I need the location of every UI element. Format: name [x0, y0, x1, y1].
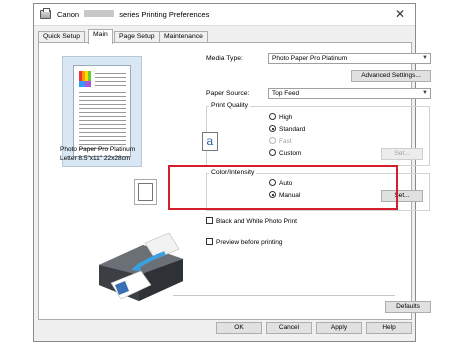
quality-standard-label: Standard: [279, 126, 306, 133]
title-bar: Canon series Printing Preferences ✕: [34, 4, 415, 26]
preview-before-printing-label: Preview before printing: [216, 239, 283, 246]
quality-fast-radio[interactable]: Fast: [269, 137, 292, 145]
help-button[interactable]: Help: [366, 322, 412, 334]
paper-source-label: Paper Source:: [206, 90, 250, 97]
media-type-value: Photo Paper Pro Platinum: [272, 55, 348, 62]
chevron-down-icon: ▼: [422, 90, 428, 96]
ok-button[interactable]: OK: [216, 322, 262, 334]
media-type-select[interactable]: Photo Paper Pro Platinum ▼: [268, 53, 431, 64]
quality-high-radio[interactable]: High: [269, 113, 292, 121]
preview-text-line: [95, 73, 126, 74]
paper-info: Photo Paper Pro Platinum Letter 8.5"x11"…: [60, 145, 180, 163]
chevron-down-icon: ▼: [422, 55, 428, 61]
preview-text-line: [95, 81, 126, 82]
quality-letter-icon: a: [202, 132, 218, 151]
paper-source-value: Top Feed: [272, 90, 300, 97]
preview-text-line: [79, 92, 126, 93]
preview-text-line: [79, 116, 126, 117]
preview-text-line: [79, 136, 126, 137]
quality-custom-radio[interactable]: Custom: [269, 149, 301, 157]
quality-high-label: High: [279, 114, 293, 121]
preview-text-line: [79, 108, 126, 109]
quality-custom-label: Custom: [279, 150, 302, 157]
redacted-model-name: [84, 10, 115, 17]
preview-paper: [73, 65, 131, 157]
preview-text-line: [79, 132, 126, 133]
quality-standard-radio[interactable]: Standard: [269, 125, 305, 133]
preview-before-printing-checkbox[interactable]: Preview before printing: [206, 238, 282, 246]
apply-button[interactable]: Apply: [316, 322, 362, 334]
preview-text-line: [95, 77, 126, 78]
preview-text-line: [79, 100, 126, 101]
defaults-button[interactable]: Defaults: [385, 301, 431, 313]
paper-name-text: Photo Paper Pro Platinum: [60, 146, 136, 153]
media-type-label: Media Type:: [206, 55, 243, 62]
color-intensity-sample-icon: [138, 183, 153, 201]
advanced-settings-button[interactable]: Advanced Settings...: [351, 70, 431, 82]
print-quality-title: Print Quality: [209, 102, 251, 109]
close-icon[interactable]: ✕: [395, 7, 405, 21]
cancel-button[interactable]: Cancel: [266, 322, 312, 334]
title-suffix: series Printing Preferences: [119, 10, 210, 19]
window-title: Canon series Printing Preferences: [57, 10, 209, 19]
preview-text-line: [79, 104, 126, 105]
preview-text-line: [95, 85, 126, 86]
black-white-photo-checkbox[interactable]: Black and White Photo Print: [206, 217, 297, 225]
preview-text-line: [79, 96, 126, 97]
preview-text-line: [79, 140, 126, 141]
quality-set-button[interactable]: Set...: [381, 148, 423, 160]
preview-photo-icon: [79, 71, 91, 87]
title-prefix: Canon: [57, 10, 80, 19]
printer-illustration-icon: [99, 232, 183, 301]
quality-fast-label: Fast: [279, 138, 292, 145]
paper-source-select[interactable]: Top Feed ▼: [268, 88, 431, 99]
preview-text-line: [79, 128, 126, 129]
preview-text-line: [79, 124, 126, 125]
color-intensity-highlight-frame: [168, 165, 398, 210]
tab-main[interactable]: Main: [88, 29, 113, 44]
black-white-photo-label: Black and White Photo Print: [216, 218, 297, 225]
paper-size-text: Letter 8.5"x11" 22x28cm: [60, 155, 131, 162]
printer-app-icon: [40, 8, 51, 19]
preview-text-line: [79, 112, 126, 113]
preview-text-line: [79, 120, 126, 121]
divider-line: [173, 295, 395, 296]
